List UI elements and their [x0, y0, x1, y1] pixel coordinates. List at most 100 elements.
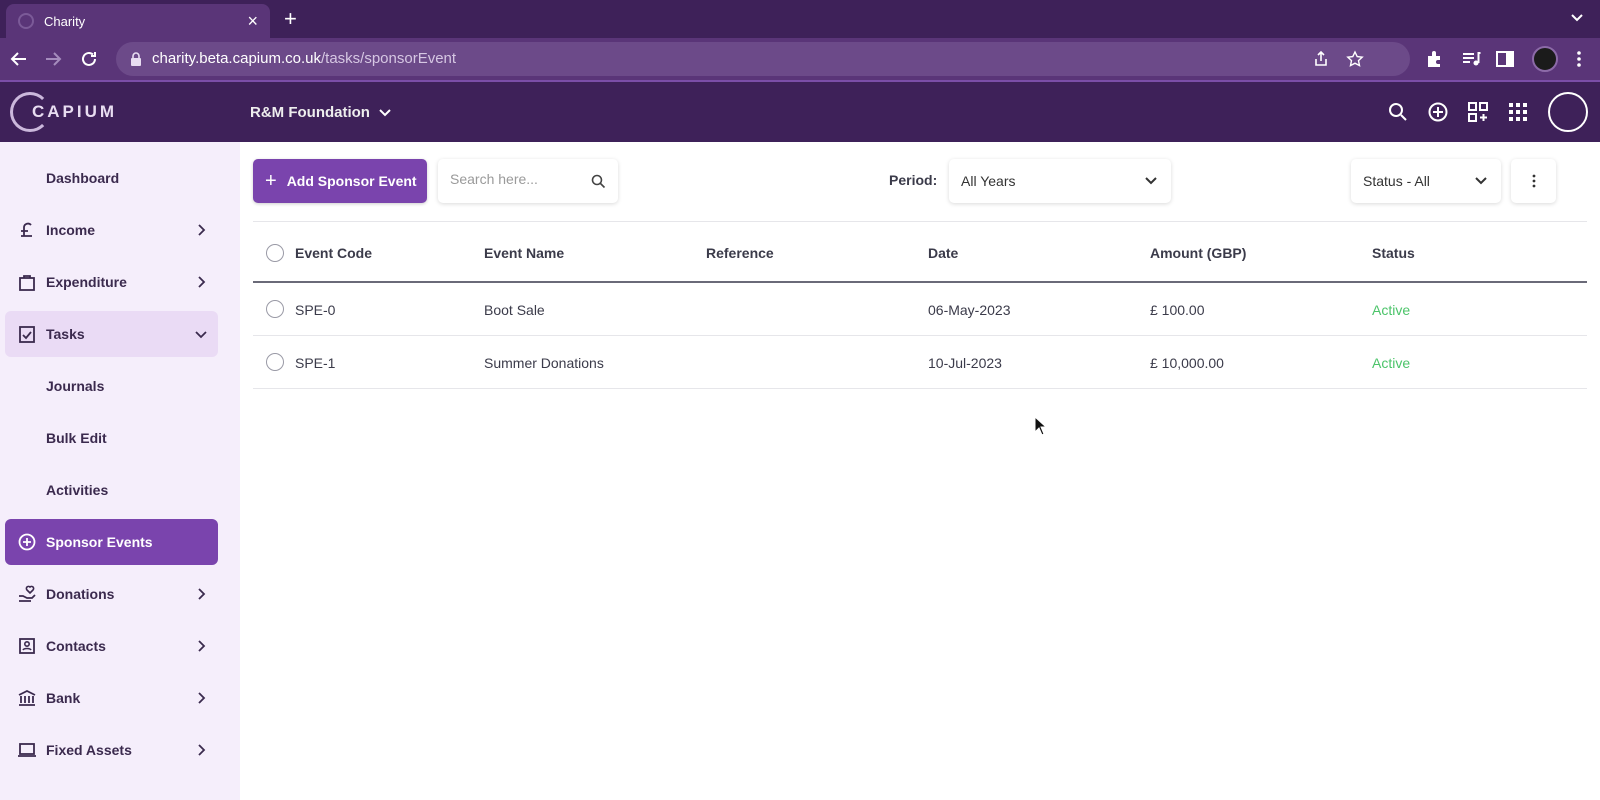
- reload-icon[interactable]: [78, 48, 100, 70]
- sidebar-item-label: Bank: [46, 690, 81, 706]
- column-header-status[interactable]: Status: [1372, 245, 1415, 261]
- select-all-checkbox[interactable]: [266, 244, 284, 262]
- user-avatar[interactable]: [1548, 92, 1588, 132]
- sidebar-item-fixed-assets[interactable]: Fixed Assets: [5, 727, 218, 773]
- sidebar-item-activities[interactable]: Activities: [5, 467, 218, 513]
- kebab-menu-icon: [1532, 174, 1536, 188]
- sidebar-item-dashboard[interactable]: Dashboard: [5, 155, 218, 201]
- cell-status: Active: [1372, 355, 1411, 371]
- sidebar-item-journals[interactable]: Journals: [5, 363, 218, 409]
- apps-launcher-icon[interactable]: [1506, 100, 1530, 124]
- column-header-event-name[interactable]: Event Name: [484, 245, 564, 261]
- period-label: Period:: [889, 172, 938, 188]
- table-row[interactable]: SPE-1 Summer Donations 10-Jul-2023 £ 10,…: [253, 336, 1587, 389]
- pound-icon: [21, 222, 32, 237]
- chevron-down-icon: [379, 108, 391, 116]
- table-row[interactable]: SPE-0 Boot Sale 06-May-2023 £ 100.00 Act…: [253, 283, 1587, 336]
- donation-hand-icon: [19, 585, 36, 602]
- sidebar-item-bank[interactable]: Bank: [5, 675, 218, 721]
- share-icon[interactable]: [1312, 50, 1330, 68]
- sidebar-item-tasks[interactable]: Tasks: [5, 311, 218, 357]
- laptop-icon: [18, 743, 36, 757]
- search-box[interactable]: [438, 159, 618, 203]
- sidebar-item-sponsor-events[interactable]: Sponsor Events: [5, 519, 218, 565]
- cell-date: 10-Jul-2023: [928, 355, 1002, 371]
- status-select-value: Status - All: [1363, 173, 1430, 189]
- sidebar-item-income[interactable]: Income: [5, 207, 218, 253]
- sidebar: Dashboard Income Expenditure Tasks Journ…: [0, 142, 240, 800]
- sidebar-item-donations[interactable]: Donations: [5, 571, 218, 617]
- period-select[interactable]: All Years: [949, 159, 1171, 203]
- sidebar-item-label: Bulk Edit: [46, 430, 107, 446]
- add-sponsor-event-label: Add Sponsor Event: [286, 173, 417, 189]
- cell-event-name: Boot Sale: [484, 302, 545, 318]
- add-circle-icon: [18, 533, 36, 551]
- url-text: charity.beta.capium.co.uk/tasks/sponsorE…: [152, 50, 456, 67]
- cell-amount: £ 10,000.00: [1150, 355, 1224, 371]
- period-select-value: All Years: [961, 173, 1016, 189]
- capium-logo[interactable]: CAPIUM: [10, 92, 117, 132]
- mouse-cursor-icon: [1034, 416, 1048, 436]
- app-header: CAPIUM R&M Foundation: [0, 80, 1600, 142]
- sidebar-item-label: Activities: [46, 482, 109, 498]
- back-arrow-icon[interactable]: [8, 48, 30, 70]
- chevron-right-icon: [198, 588, 206, 600]
- chevron-down-icon: [195, 331, 207, 339]
- sidebar-item-label: Tasks: [46, 326, 85, 342]
- shopping-bag-icon: [19, 275, 35, 291]
- bank-building-icon: [18, 689, 36, 706]
- cell-event-code: SPE-0: [295, 302, 336, 318]
- add-circle-icon[interactable]: [1426, 100, 1450, 124]
- browser-tab[interactable]: Charity ×: [6, 4, 270, 38]
- search-icon[interactable]: [1386, 100, 1410, 124]
- url-host: charity.beta.capium.co.uk: [152, 50, 321, 67]
- column-header-event-code[interactable]: Event Code: [295, 245, 372, 261]
- tab-favicon-icon: [18, 13, 34, 29]
- column-header-date[interactable]: Date: [928, 245, 958, 261]
- cell-amount: £ 100.00: [1150, 302, 1205, 318]
- main-content: + Add Sponsor Event Period: All Years St…: [240, 142, 1600, 800]
- organization-name: R&M Foundation: [250, 104, 370, 121]
- chevron-down-icon: [1145, 177, 1157, 185]
- url-omnibox[interactable]: charity.beta.capium.co.uk/tasks/sponsorE…: [116, 42, 1410, 76]
- extensions-puzzle-icon[interactable]: [1424, 48, 1446, 70]
- url-path: /tasks/sponsorEvent: [320, 50, 457, 67]
- logo-text: CAPIUM: [32, 102, 118, 121]
- browser-profile-avatar[interactable]: [1532, 46, 1558, 72]
- column-header-reference[interactable]: Reference: [706, 245, 774, 261]
- row-checkbox[interactable]: [266, 300, 284, 318]
- sidebar-item-expenditure[interactable]: Expenditure: [5, 259, 218, 305]
- tab-close-icon[interactable]: ×: [247, 12, 258, 30]
- chevron-right-icon: [198, 692, 206, 704]
- sidebar-item-bulk-edit[interactable]: Bulk Edit: [5, 415, 218, 461]
- modules-grid-icon[interactable]: [1466, 100, 1490, 124]
- tab-search-chevron-icon[interactable]: [1568, 8, 1586, 26]
- sidebar-item-label: Contacts: [46, 638, 106, 654]
- new-tab-button[interactable]: +: [284, 6, 297, 32]
- browser-tab-bar: Charity × +: [0, 0, 1600, 38]
- organization-switcher[interactable]: R&M Foundation: [250, 104, 392, 121]
- chevron-right-icon: [198, 744, 206, 756]
- search-input[interactable]: [450, 171, 580, 187]
- task-checklist-icon: [19, 326, 35, 343]
- more-options-button[interactable]: [1511, 159, 1556, 203]
- contact-card-icon: [19, 638, 35, 654]
- plus-icon: +: [265, 170, 277, 192]
- status-select[interactable]: Status - All: [1351, 159, 1501, 203]
- column-header-amount[interactable]: Amount (GBP): [1150, 245, 1246, 261]
- forward-arrow-icon[interactable]: [42, 48, 64, 70]
- search-icon[interactable]: [591, 174, 606, 189]
- cell-event-code: SPE-1: [295, 355, 336, 371]
- media-queue-icon[interactable]: [1460, 48, 1482, 70]
- side-panel-icon[interactable]: [1494, 48, 1516, 70]
- sidebar-item-label: Journals: [46, 378, 105, 394]
- add-sponsor-event-button[interactable]: + Add Sponsor Event: [253, 159, 427, 203]
- bookmark-star-icon[interactable]: [1346, 50, 1364, 68]
- sidebar-item-contacts[interactable]: Contacts: [5, 623, 218, 669]
- sidebar-item-label: Donations: [46, 586, 115, 602]
- sidebar-item-label: Dashboard: [46, 170, 120, 186]
- browser-menu-kebab-icon[interactable]: [1568, 48, 1590, 70]
- lock-icon: [131, 52, 141, 66]
- row-checkbox[interactable]: [266, 353, 284, 371]
- sidebar-item-label: Income: [46, 222, 96, 238]
